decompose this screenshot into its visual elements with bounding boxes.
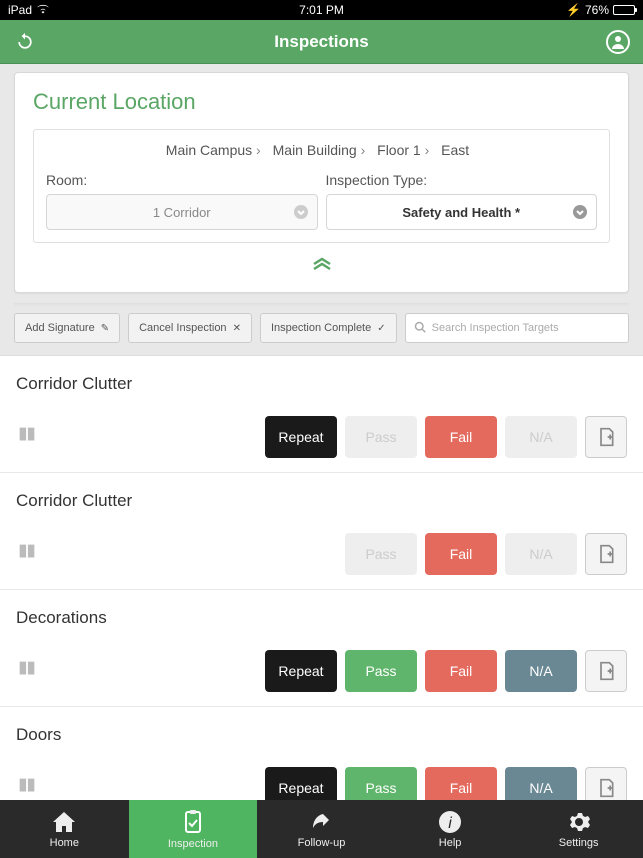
carrier-label: iPad — [8, 3, 32, 17]
check-icon: ✓ — [377, 323, 385, 334]
battery-icon — [613, 5, 635, 15]
cancel-inspection-button[interactable]: Cancel Inspection ✕ — [128, 313, 252, 343]
add-note-button[interactable] — [585, 416, 627, 458]
repeat-button[interactable]: Repeat — [265, 767, 337, 800]
inspection-item: Corridor Clutter RepeatPassFailN/A — [0, 355, 643, 472]
actions-row: Add Signature ✎ Cancel Inspection ✕ Insp… — [0, 313, 643, 355]
page-title: Inspections — [40, 32, 603, 52]
tab-followup[interactable]: Follow-up — [257, 800, 386, 858]
location-card: Current Location Main Campus Main Buildi… — [14, 72, 629, 293]
inspection-complete-button[interactable]: Inspection Complete ✓ — [260, 313, 397, 343]
pencil-icon: ✎ — [101, 323, 109, 334]
repeat-button[interactable]: Repeat — [265, 416, 337, 458]
status-bar: iPad 7:01 PM ⚡ 76% — [0, 0, 643, 20]
pass-button[interactable]: Pass — [345, 650, 417, 692]
fail-button[interactable]: Fail — [425, 650, 497, 692]
tab-bar: Home Inspection Follow-up i Help Setting… — [0, 800, 643, 858]
repeat-button[interactable]: Repeat — [265, 650, 337, 692]
book-icon[interactable] — [16, 658, 38, 685]
add-note-button[interactable] — [585, 533, 627, 575]
book-icon[interactable] — [16, 775, 38, 801]
fail-button[interactable]: Fail — [425, 533, 497, 575]
pass-button[interactable]: Pass — [345, 416, 417, 458]
room-label: Room: — [46, 172, 318, 188]
book-icon[interactable] — [16, 424, 38, 451]
bluetooth-icon: ⚡ — [566, 3, 581, 17]
clock: 7:01 PM — [217, 3, 426, 17]
nav-header: Inspections — [0, 20, 643, 64]
search-icon — [414, 321, 426, 336]
inspection-item: Corridor Clutter PassFailN/A — [0, 472, 643, 589]
pass-button[interactable]: Pass — [345, 533, 417, 575]
refresh-button[interactable] — [10, 27, 40, 57]
collapse-button[interactable] — [33, 255, 610, 276]
item-title: Doors — [16, 725, 627, 745]
item-title: Corridor Clutter — [16, 491, 627, 511]
inspection-type-label: Inspection Type: — [326, 172, 598, 188]
na-button[interactable]: N/A — [505, 767, 577, 800]
book-icon[interactable] — [16, 541, 38, 568]
na-button[interactable]: N/A — [505, 650, 577, 692]
item-title: Corridor Clutter — [16, 374, 627, 394]
tab-help[interactable]: i Help — [386, 800, 515, 858]
location-title: Current Location — [33, 89, 610, 115]
battery-label: 76% — [585, 3, 609, 17]
tab-settings[interactable]: Settings — [514, 800, 643, 858]
chevron-down-icon — [293, 204, 309, 220]
chevron-down-icon — [572, 204, 588, 220]
wifi-icon — [36, 3, 50, 17]
add-note-button[interactable] — [585, 767, 627, 800]
breadcrumb: Main Campus Main Building Floor 1 East — [46, 142, 597, 158]
item-title: Decorations — [16, 608, 627, 628]
na-button[interactable]: N/A — [505, 416, 577, 458]
inspection-item: Decorations RepeatPassFailN/A — [0, 589, 643, 706]
tab-home[interactable]: Home — [0, 800, 129, 858]
fail-button[interactable]: Fail — [425, 416, 497, 458]
inspection-type-select[interactable]: Safety and Health * — [326, 194, 598, 230]
close-icon: ✕ — [233, 323, 241, 334]
inspection-item: Doors RepeatPassFailN/A — [0, 706, 643, 800]
tab-inspection[interactable]: Inspection — [129, 800, 258, 858]
room-select[interactable]: 1 Corridor — [46, 194, 318, 230]
search-input[interactable]: Search Inspection Targets — [405, 313, 629, 343]
add-signature-button[interactable]: Add Signature ✎ — [14, 313, 120, 343]
na-button[interactable]: N/A — [505, 533, 577, 575]
fail-button[interactable]: Fail — [425, 767, 497, 800]
pass-button[interactable]: Pass — [345, 767, 417, 800]
svg-text:i: i — [448, 815, 452, 832]
profile-button[interactable] — [603, 27, 633, 57]
add-note-button[interactable] — [585, 650, 627, 692]
